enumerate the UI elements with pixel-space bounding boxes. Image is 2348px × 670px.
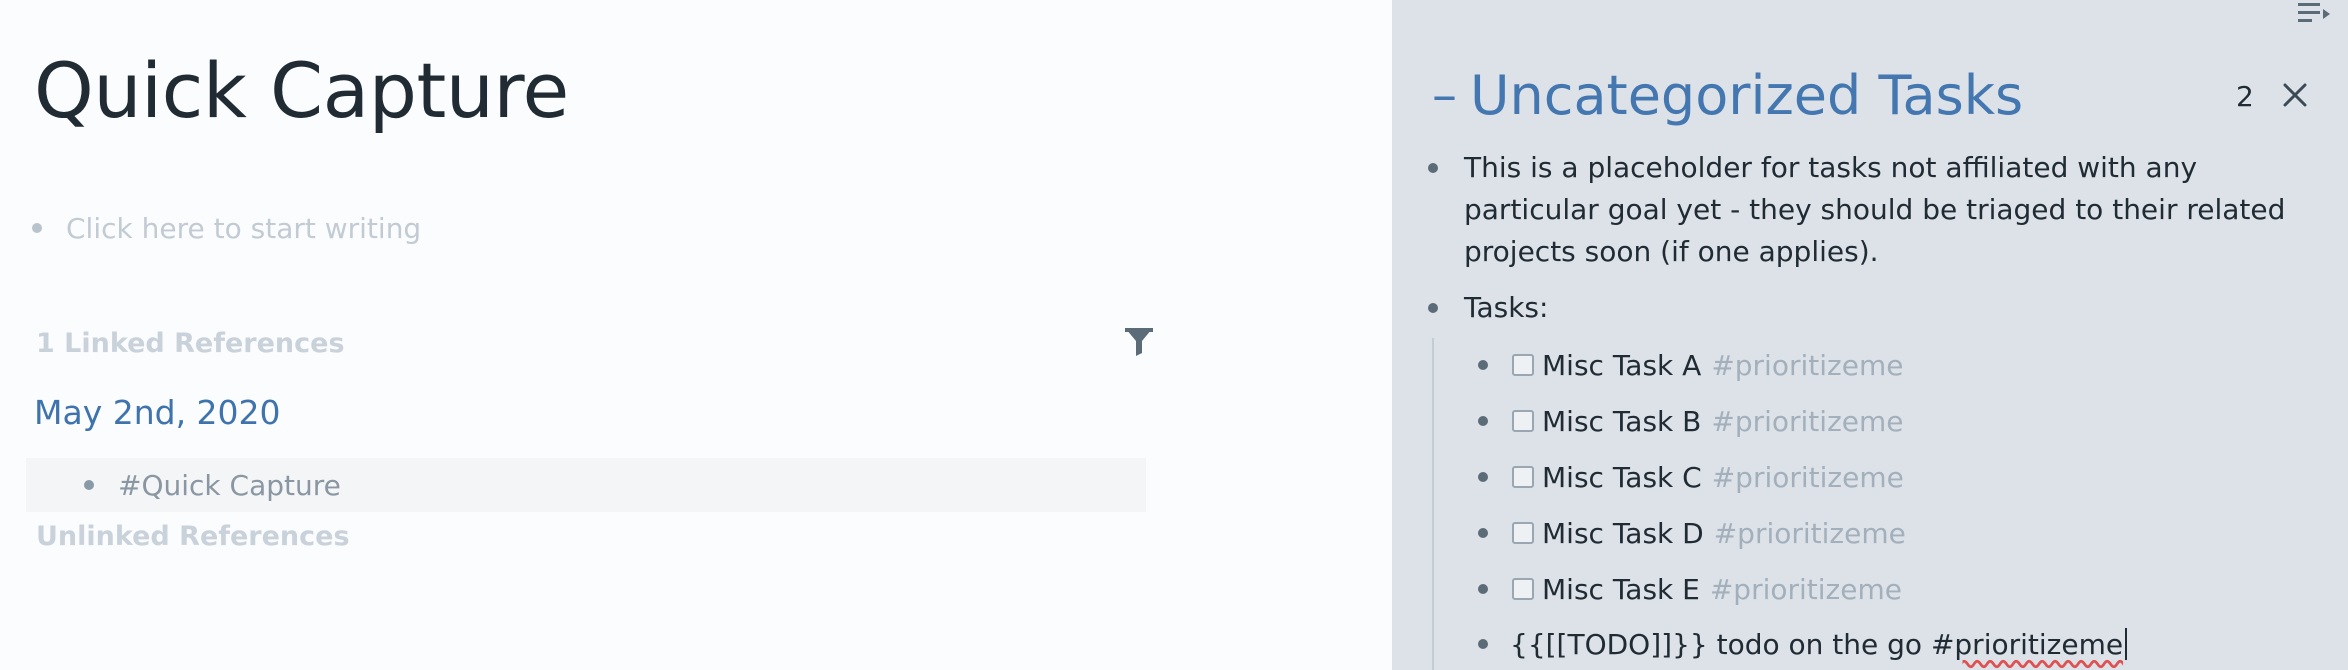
task-item[interactable]: Misc Task E #prioritizeme bbox=[1478, 568, 1902, 610]
filter-icon[interactable] bbox=[1124, 326, 1154, 358]
task-item[interactable]: Misc Task A #prioritizeme bbox=[1478, 344, 1903, 386]
block-bullet[interactable] bbox=[32, 223, 42, 233]
children-guide-line bbox=[1432, 338, 1434, 670]
task-tag[interactable]: #prioritizeme bbox=[1711, 349, 1903, 382]
todo-checkbox[interactable] bbox=[1512, 410, 1534, 432]
block-placeholder[interactable]: Click here to start writing bbox=[66, 212, 421, 245]
block-bullet[interactable] bbox=[1478, 528, 1488, 538]
task-label[interactable]: Misc Task A bbox=[1542, 349, 1701, 382]
task-label[interactable]: Misc Task E bbox=[1542, 573, 1700, 606]
unlinked-references-header[interactable]: Unlinked References bbox=[36, 521, 350, 552]
reference-block[interactable]: #Quick Capture bbox=[26, 458, 1146, 512]
block-bullet[interactable] bbox=[1478, 416, 1488, 426]
reference-page-link[interactable]: May 2nd, 2020 bbox=[34, 393, 281, 432]
block-editor-text[interactable]: {{[[TODO]]}} todo on the go # bbox=[1510, 628, 1954, 661]
task-item[interactable]: Misc Task D #prioritizeme bbox=[1478, 512, 1906, 554]
sidebar-menu-icon[interactable] bbox=[2296, 0, 2332, 26]
text-caret bbox=[2125, 628, 2128, 660]
todo-checkbox[interactable] bbox=[1512, 522, 1534, 544]
description-text[interactable]: This is a placeholder for tasks not affi… bbox=[1464, 147, 2324, 273]
sidebar-page-title[interactable]: Uncategorized Tasks bbox=[1470, 64, 2023, 127]
block-bullet[interactable] bbox=[1478, 472, 1488, 482]
todo-checkbox[interactable] bbox=[1512, 578, 1534, 600]
task-item[interactable]: Misc Task C #prioritizeme bbox=[1478, 456, 1904, 498]
description-block[interactable]: This is a placeholder for tasks not affi… bbox=[1428, 147, 2328, 273]
task-tag[interactable]: #prioritizeme bbox=[1711, 405, 1903, 438]
block-bullet[interactable] bbox=[1428, 303, 1438, 313]
todo-checkbox[interactable] bbox=[1512, 466, 1534, 488]
reference-count: 2 bbox=[2236, 80, 2254, 113]
block-bullet[interactable] bbox=[1478, 360, 1488, 370]
task-label[interactable]: Misc Task D bbox=[1542, 517, 1704, 550]
task-item[interactable]: Misc Task B #prioritizeme bbox=[1478, 400, 1904, 442]
tasks-label[interactable]: Tasks: bbox=[1464, 287, 1548, 329]
block-bullet[interactable] bbox=[1478, 639, 1488, 649]
task-label[interactable]: Misc Task B bbox=[1542, 405, 1701, 438]
tasks-block[interactable]: Tasks: bbox=[1428, 287, 1548, 329]
task-label[interactable]: Misc Task C bbox=[1542, 461, 1702, 494]
reference-block-text[interactable]: #Quick Capture bbox=[118, 469, 341, 502]
task-tag[interactable]: #prioritizeme bbox=[1710, 573, 1902, 606]
task-tag[interactable]: #prioritizeme bbox=[1714, 517, 1906, 550]
collapse-toggle[interactable]: – bbox=[1432, 70, 1457, 120]
block-bullet[interactable] bbox=[1428, 163, 1438, 173]
editing-block[interactable]: {{[[TODO]]}} todo on the go # prioritizem… bbox=[1478, 623, 2128, 665]
block-editor[interactable]: {{[[TODO]]}} todo on the go # prioritizem… bbox=[1510, 628, 2128, 661]
page-title[interactable]: Quick Capture bbox=[34, 46, 569, 135]
task-tag[interactable]: #prioritizeme bbox=[1712, 461, 1904, 494]
close-icon[interactable] bbox=[2280, 80, 2310, 110]
misspelled-word[interactable]: prioritizeme bbox=[1954, 628, 2123, 661]
block-bullet[interactable] bbox=[1478, 584, 1488, 594]
block-bullet[interactable] bbox=[84, 480, 94, 490]
linked-references-header[interactable]: 1 Linked References bbox=[36, 328, 345, 359]
main-page: Quick Capture Click here to start writin… bbox=[0, 0, 1392, 670]
empty-block[interactable]: Click here to start writing bbox=[32, 208, 421, 248]
todo-checkbox[interactable] bbox=[1512, 354, 1534, 376]
